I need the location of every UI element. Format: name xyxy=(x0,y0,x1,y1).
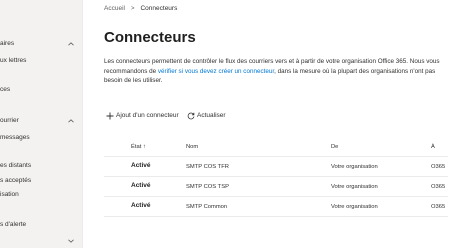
nav-item-label: messages xyxy=(0,134,30,141)
nav-item-resources[interactable]: ces xyxy=(0,84,82,96)
nav-item-label: ces xyxy=(0,86,11,93)
nav-item-label: ux lettres xyxy=(0,57,27,64)
row-from: Votre organisation xyxy=(331,164,378,170)
refresh-label: Actualiser xyxy=(197,112,226,119)
chevron-up-icon xyxy=(68,118,74,124)
add-connector-label: Ajout d'un connecteur xyxy=(116,112,179,119)
column-header-from[interactable]: De xyxy=(331,143,338,151)
row-name: SMTP COS TFR xyxy=(186,164,229,170)
table-row[interactable]: Activé SMTP COS TSP Votre organisation O… xyxy=(104,177,448,197)
nav-item-mailboxes[interactable]: ux lettres xyxy=(0,55,82,67)
row-from: Votre organisation xyxy=(331,204,378,210)
chevron-down-icon xyxy=(68,238,74,244)
row-status: Activé xyxy=(131,182,151,189)
plus-icon xyxy=(106,112,114,120)
column-header-to[interactable]: À xyxy=(431,143,435,151)
nav-item-label: aires xyxy=(0,40,15,47)
column-header-status[interactable]: État ↑ xyxy=(131,143,146,151)
nav-item-label: ourrier xyxy=(0,117,19,124)
refresh-icon xyxy=(187,112,195,120)
breadcrumb-home-link[interactable]: Accueil xyxy=(104,4,125,14)
add-connector-button[interactable]: Ajout d'un connecteur xyxy=(106,110,186,122)
breadcrumb: Accueil > Connecteurs xyxy=(104,4,177,14)
row-to: O365 xyxy=(431,204,446,210)
column-header-status-label: État xyxy=(131,144,142,150)
nav-item-group-1[interactable]: aires xyxy=(0,38,82,50)
table-row[interactable]: Activé SMTP COS TFR Votre organisation O… xyxy=(104,157,448,177)
nav-item-alert-rules[interactable]: s d'alerte xyxy=(0,219,82,231)
nav-item-label: isation xyxy=(0,191,19,198)
sort-ascending-icon: ↑ xyxy=(142,144,146,150)
row-to: O365 xyxy=(431,184,446,190)
table-header: État ↑ Nom De À xyxy=(104,138,448,157)
nav-item-remote-domains[interactable]: es distants xyxy=(0,160,82,172)
chevron-up-icon xyxy=(68,41,74,47)
nav-item-organization[interactable]: isation xyxy=(0,189,82,201)
row-name: SMTP Common xyxy=(186,204,228,210)
nav-item-label: s d'alerte xyxy=(0,221,27,228)
nav-item-mail-flow[interactable]: ourrier xyxy=(0,115,82,127)
nav-item-label: es distants xyxy=(0,162,32,169)
page-title: Connecteurs xyxy=(104,29,196,46)
left-navigation: aires ux lettres ces ourrier messages es… xyxy=(0,0,83,248)
row-status: Activé xyxy=(131,202,151,209)
row-to: O365 xyxy=(431,164,446,170)
row-status: Activé xyxy=(131,162,151,169)
page-description: Les connecteurs permettent de contrôler … xyxy=(104,57,449,86)
nav-item-label: s acceptés xyxy=(0,177,32,184)
verify-connector-link[interactable]: vérifier si vous devez créer un connecte… xyxy=(158,68,274,75)
nav-item-accepted-domains[interactable]: s acceptés xyxy=(0,175,82,187)
nav-item-message-trace[interactable]: messages xyxy=(0,132,82,144)
row-from: Votre organisation xyxy=(331,184,378,190)
row-name: SMTP COS TSP xyxy=(186,184,229,190)
breadcrumb-separator-icon: > xyxy=(130,6,135,12)
table-row[interactable]: Activé SMTP Common Votre organisation O3… xyxy=(104,197,448,217)
column-header-name[interactable]: Nom xyxy=(186,143,198,151)
nav-item-group-collapsed[interactable] xyxy=(0,235,82,247)
breadcrumb-current: Connecteurs xyxy=(140,5,178,12)
refresh-button[interactable]: Actualiser xyxy=(187,110,237,122)
